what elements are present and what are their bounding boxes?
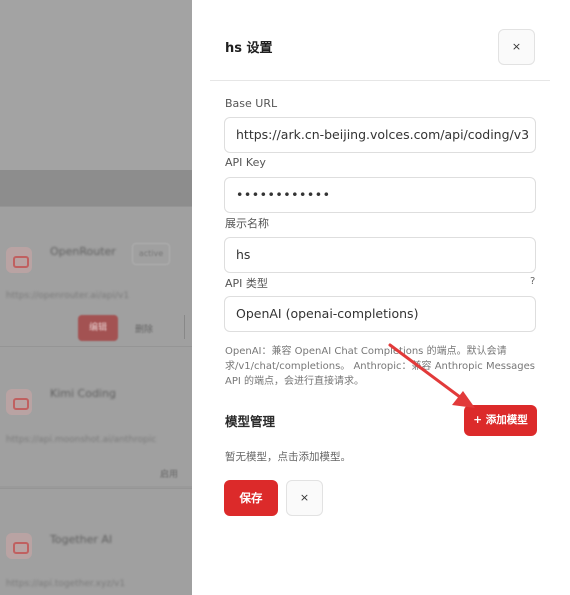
provider-logo-icon: [6, 247, 32, 273]
api-key-input[interactable]: ••••••••••••: [224, 177, 536, 213]
provider-card[interactable]: Together AI https://api.together.xyz/v1: [0, 488, 192, 595]
base-url-label: Base URL: [225, 97, 278, 110]
background-provider-list: OpenRouter active https://openrouter.ai/…: [0, 0, 192, 595]
api-type-label: API 类型: [225, 277, 268, 290]
save-button[interactable]: 保存: [224, 480, 278, 516]
models-section-title: 模型管理: [225, 414, 276, 429]
models-empty-text: 暂无模型，点击添加模型。: [225, 451, 351, 463]
provider-url: https://openrouter.ai/api/v1: [6, 291, 130, 301]
provider-delete-button[interactable]: 删除: [135, 322, 153, 335]
provider-logo-icon: [6, 389, 32, 415]
provider-card[interactable]: Kimi Coding https://api.moonshot.ai/anth…: [0, 346, 192, 486]
help-icon[interactable]: ?: [530, 276, 535, 287]
provider-tag: 启用: [160, 470, 179, 480]
background-toolbar: [0, 170, 192, 206]
provider-edit-button[interactable]: 编辑: [78, 315, 118, 341]
provider-url: https://api.together.xyz/v1: [6, 579, 126, 589]
background-header: [0, 0, 192, 170]
api-type-select[interactable]: OpenAI (openai-completions): [224, 296, 536, 332]
api-type-hint: OpenAI：兼容 OpenAI Chat Completions 的端点。默认…: [225, 346, 535, 387]
divider: [184, 315, 185, 339]
cancel-button[interactable]: ×: [286, 480, 323, 516]
close-button[interactable]: ×: [498, 29, 535, 65]
provider-name: Kimi Coding: [50, 387, 116, 400]
add-model-button[interactable]: + 添加模型: [464, 405, 537, 436]
api-key-label: API Key: [225, 156, 266, 169]
provider-name: OpenRouter: [50, 245, 116, 258]
provider-settings-drawer: hs 设置 × Base URL https://ark.cn-beijing.…: [192, 0, 570, 595]
header-divider: [210, 80, 550, 81]
base-url-input[interactable]: https://ark.cn-beijing.volces.com/api/co…: [224, 117, 536, 153]
provider-card[interactable]: OpenRouter active https://openrouter.ai/…: [0, 206, 192, 346]
provider-name: Together AI: [50, 533, 113, 546]
display-name-input[interactable]: hs: [224, 237, 536, 273]
provider-logo-icon: [6, 533, 32, 559]
provider-url: https://api.moonshot.ai/anthropic: [6, 435, 157, 445]
drawer-title: hs 设置: [225, 41, 273, 56]
display-name-label: 展示名称: [225, 217, 269, 230]
provider-tag: active: [132, 243, 170, 265]
